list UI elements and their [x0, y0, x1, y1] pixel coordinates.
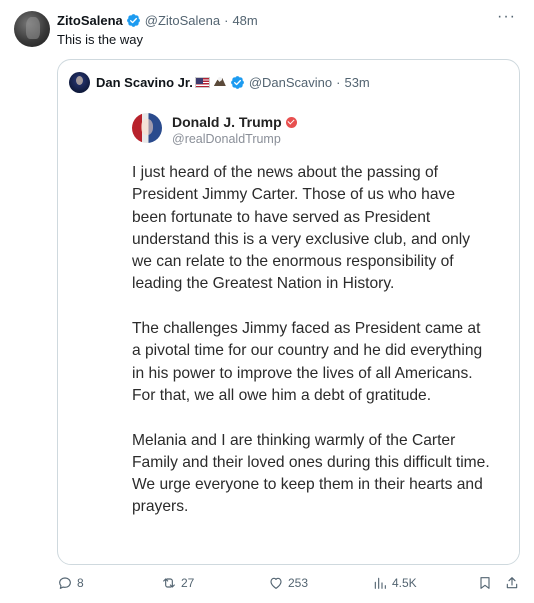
- post-body: I just heard of the news about the passi…: [132, 162, 492, 541]
- avatar[interactable]: [14, 11, 50, 47]
- views-button[interactable]: 4.5K: [372, 572, 417, 594]
- separator: ·: [224, 12, 229, 28]
- eagle-icon: [213, 76, 227, 88]
- share-icon: [506, 577, 518, 589]
- display-name[interactable]: ZitoSalena: [57, 13, 123, 28]
- bookmark-icon: [480, 577, 490, 589]
- like-count: 253: [288, 576, 309, 590]
- more-options-button[interactable]: ···: [497, 8, 516, 26]
- post-paragraph: I just heard of the news about the passi…: [132, 164, 471, 293]
- like-button[interactable]: 253: [268, 572, 308, 594]
- handle[interactable]: @ZitoSalena: [145, 13, 220, 28]
- verified-check-icon: [285, 116, 297, 128]
- heart-icon: [270, 577, 282, 589]
- reply-count: 8: [77, 576, 84, 590]
- analytics-icon: [374, 577, 386, 589]
- view-count: 4.5K: [392, 576, 417, 590]
- post-author-avatar: [132, 113, 162, 143]
- bookmark-button[interactable]: [477, 572, 497, 594]
- post-paragraph: The challenges Jimmy faced as President …: [132, 320, 483, 404]
- truth-social-screenshot[interactable]: Donald J. Trump @realDonaldTrump I just …: [59, 100, 519, 564]
- verified-badge-icon: [126, 13, 140, 27]
- repost-count: 27: [181, 576, 195, 590]
- share-button[interactable]: [504, 572, 524, 594]
- tweet-header: ZitoSalena @ZitoSalena · 48m: [57, 11, 258, 29]
- tweet-text: This is the way: [57, 32, 143, 47]
- repost-button[interactable]: 27: [161, 572, 194, 594]
- quoted-tweet[interactable]: Dan Scavino Jr. @DanScavino · 53m Donald…: [57, 59, 520, 565]
- quoted-timestamp: 53m: [344, 74, 370, 90]
- reply-button[interactable]: 8: [57, 572, 84, 594]
- separator: ·: [336, 74, 341, 90]
- post-paragraph: Melania and I are thinking warmly of the…: [132, 431, 490, 516]
- quoted-avatar: [69, 71, 90, 93]
- action-bar: 8 27 253 4.5K: [0, 572, 534, 594]
- quoted-handle: @DanScavino: [248, 74, 333, 90]
- post-author-handle: @realDonaldTrump: [172, 132, 281, 146]
- us-flag-icon: [194, 76, 210, 88]
- reply-icon: [59, 577, 71, 589]
- quoted-tweet-header: Dan Scavino Jr. @DanScavino · 53m: [69, 71, 370, 93]
- verified-badge-icon: [230, 75, 244, 89]
- quoted-display-name: Dan Scavino Jr.: [96, 74, 193, 90]
- timestamp[interactable]: 48m: [232, 13, 257, 28]
- post-author-name: Donald J. Trump: [172, 114, 297, 130]
- repost-icon: [163, 578, 175, 588]
